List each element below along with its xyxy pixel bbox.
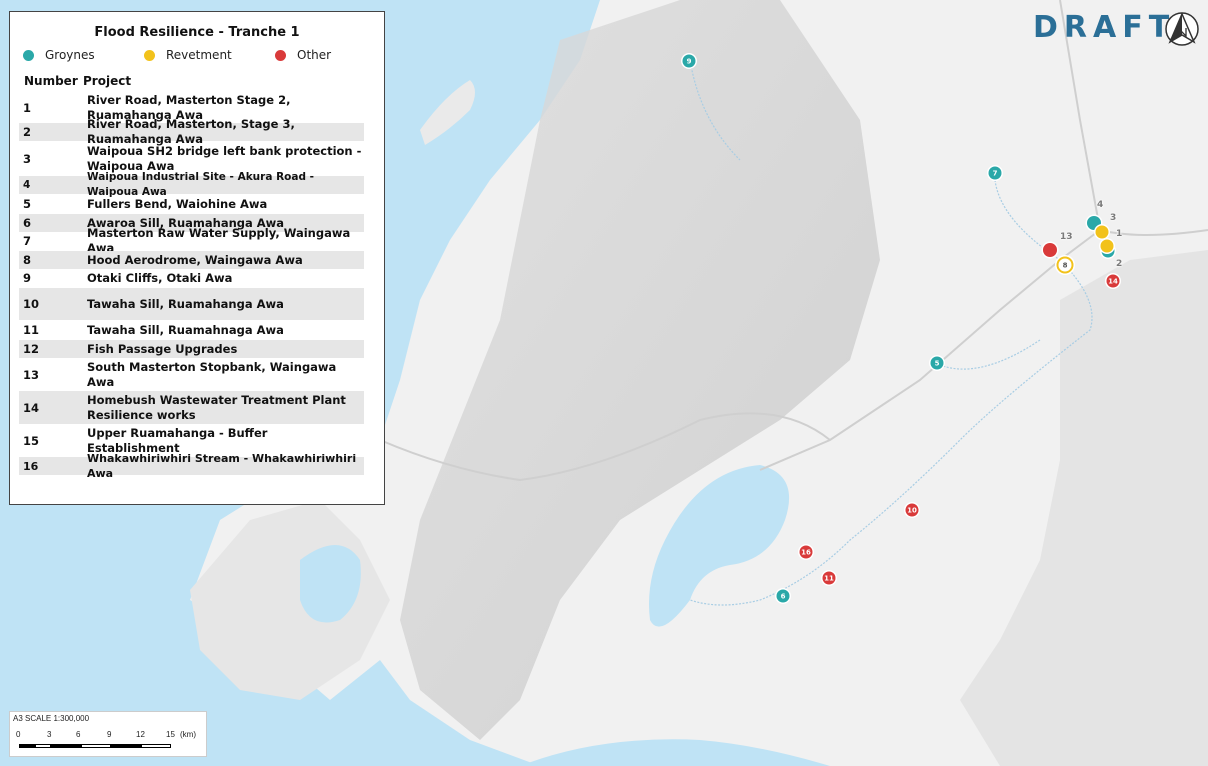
- scale-segment: [111, 744, 141, 748]
- marker-label-2: 2: [1116, 259, 1123, 269]
- table-row: 11 Tawaha Sill, Ruamahnaga Awa: [23, 322, 284, 338]
- table-row: 4 Waipoua Industrial Site - Akura Road - …: [19, 171, 364, 198]
- map-marker-7[interactable]: 7: [988, 166, 1002, 180]
- revetment-dot-icon: [144, 49, 155, 61]
- scale-segment: [141, 744, 171, 748]
- legend-panel: Flood Resilience - Tranche 1 Groynes Rev…: [9, 11, 385, 505]
- column-header-number: Number: [24, 74, 78, 88]
- map-marker-16[interactable]: 16: [799, 545, 813, 559]
- table-row: 9 Otaki Cliffs, Otaki Awa: [23, 270, 233, 286]
- north-arrow-icon: [1165, 12, 1199, 46]
- table-row: 8 Hood Aerodrome, Waingawa Awa: [19, 251, 364, 269]
- legend-title: Flood Resilience - Tranche 1: [94, 25, 300, 40]
- marker-label-13: 13: [1060, 232, 1073, 242]
- scale-tick: 9: [107, 730, 112, 739]
- table-row: 16 Whakawhiriwhiri Stream - Whakawhiriwhi…: [19, 452, 364, 480]
- scale-segment: [81, 744, 111, 748]
- groynes-dot-icon: [23, 49, 34, 61]
- table-row: 14 Homebush Wastewater Treatment Plant Re…: [19, 391, 364, 424]
- scale-bar: A3 SCALE 1:300,000 0 3 6 9 12 15 (km): [9, 711, 207, 757]
- marker-label-1: 1: [1116, 229, 1123, 239]
- map-marker-8[interactable]: 8: [1056, 256, 1074, 274]
- scale-tick: 0: [16, 730, 21, 739]
- map-marker-13[interactable]: [1043, 243, 1057, 257]
- column-header-project: Project: [83, 74, 132, 88]
- table-row: 1 River Road, Masterton Stage 2, Ruamahan…: [23, 93, 291, 122]
- other-dot-icon: [275, 49, 286, 61]
- legend-key-groynes: Groynes: [23, 48, 95, 62]
- marker-label-4: 4: [1097, 200, 1104, 210]
- table-row: 13 South Masterton Stopbank, Waingawa Awa: [23, 360, 337, 389]
- scale-tick: 3: [47, 730, 52, 739]
- table-row: 12 Fish Passage Upgrades: [19, 340, 364, 358]
- scale-segment: [19, 744, 35, 748]
- scale-tick: 12: [136, 730, 145, 739]
- map-marker-6[interactable]: 6: [776, 589, 790, 603]
- scale-unit: (km): [180, 730, 196, 739]
- map-marker-5[interactable]: 5: [930, 356, 944, 370]
- scale-segment: [35, 744, 51, 748]
- table-row: 10 Tawaha Sill, Ruamahanga Awa: [19, 288, 364, 320]
- table-row: 2 River Road, Masterton, Stage 3, Ruamaha…: [19, 117, 364, 146]
- legend-key-revetment: Revetment: [144, 48, 232, 62]
- map-marker-3[interactable]: [1095, 225, 1109, 239]
- marker-label-3: 3: [1110, 213, 1117, 223]
- table-row: 7 Masterton Raw Water Supply, Waingawa Aw…: [23, 226, 351, 255]
- map-marker-9[interactable]: 9: [682, 54, 696, 68]
- scale-tick: 15: [166, 730, 175, 739]
- legend-key-other: Other: [275, 48, 331, 62]
- table-row: 5 Fullers Bend, Waiohine Awa: [23, 196, 268, 212]
- scale-segment: [51, 744, 81, 748]
- map-marker-14[interactable]: 14: [1106, 274, 1120, 288]
- scale-label: A3 SCALE 1:300,000: [13, 714, 90, 723]
- map-marker-1[interactable]: [1100, 239, 1114, 253]
- map-marker-11[interactable]: 11: [822, 571, 836, 585]
- map-marker-10[interactable]: 10: [905, 503, 919, 517]
- draft-label: DRAFT: [1033, 10, 1176, 45]
- scale-tick: 6: [76, 730, 81, 739]
